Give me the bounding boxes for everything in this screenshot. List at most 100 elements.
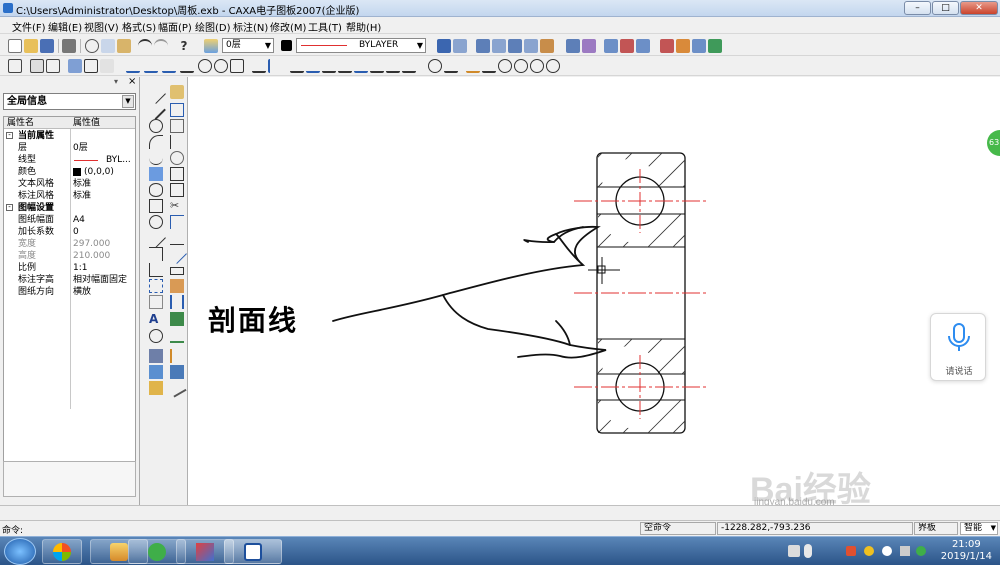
start-button[interactable]: [4, 538, 36, 565]
menu-sheet[interactable]: 幅面(P): [158, 19, 192, 34]
tool-icon[interactable]: [306, 59, 320, 73]
table-row[interactable]: 线型 BYL...: [4, 154, 135, 166]
circle-icon[interactable]: [149, 119, 163, 133]
open-folder-icon[interactable]: [24, 39, 38, 53]
pan-icon[interactable]: [444, 59, 458, 73]
undo-icon[interactable]: [138, 39, 152, 53]
tray-icon[interactable]: [846, 546, 856, 556]
spline-icon[interactable]: [149, 151, 163, 165]
collapse-icon[interactable]: -: [6, 132, 13, 139]
layer-select[interactable]: 0层 ▼: [222, 38, 274, 53]
tool-icon[interactable]: [214, 59, 228, 73]
menu-dimension[interactable]: 标注(N): [233, 19, 268, 34]
tool-icon[interactable]: [170, 329, 184, 343]
help-icon[interactable]: ?: [177, 39, 191, 53]
table-row[interactable]: 颜色 (0,0,0): [4, 166, 135, 178]
tool-icon[interactable]: [370, 59, 384, 73]
maximize-button[interactable]: □: [932, 1, 959, 15]
tool-icon[interactable]: [46, 59, 60, 73]
menu-file[interactable]: 文件(F): [12, 19, 46, 34]
menu-view[interactable]: 视图(V): [84, 19, 119, 34]
array-icon[interactable]: [170, 167, 184, 181]
zoom-window-icon[interactable]: [428, 59, 442, 73]
tool-icon[interactable]: [354, 59, 368, 73]
polygon-icon[interactable]: [149, 215, 163, 229]
move-icon[interactable]: [170, 103, 184, 117]
drawing-canvas[interactable]: 剖面线 Bai经验 jingyan.baidu.com: [188, 77, 1000, 509]
tool-icon[interactable]: [170, 365, 184, 379]
fillet-icon[interactable]: [170, 215, 184, 229]
tool-icon[interactable]: [508, 39, 522, 53]
tool-icon[interactable]: [167, 378, 187, 398]
tool-icon[interactable]: [149, 349, 163, 363]
menu-format[interactable]: 格式(S): [122, 19, 156, 34]
tool-icon[interactable]: [476, 39, 490, 53]
arc-icon[interactable]: [149, 135, 163, 149]
block-icon[interactable]: [149, 295, 163, 309]
tool-icon[interactable]: [692, 39, 706, 53]
tool-icon[interactable]: [170, 279, 184, 293]
ortho-mode-toggle[interactable]: 界板: [914, 522, 958, 535]
menu-draw[interactable]: 绘图(D): [195, 19, 231, 34]
tool-icon[interactable]: [492, 39, 506, 53]
cut-icon[interactable]: [85, 39, 99, 53]
extend-icon[interactable]: [170, 231, 184, 245]
table-row[interactable]: 层 0层: [4, 142, 135, 154]
taskbar-app-active[interactable]: [224, 539, 282, 564]
paste-icon[interactable]: [117, 39, 131, 53]
tool-icon[interactable]: [566, 39, 580, 53]
panel-scope-select[interactable]: 全局信息 ▼: [3, 93, 136, 110]
group-sheet[interactable]: - 图幅设置: [4, 202, 135, 214]
tool-icon[interactable]: [620, 39, 634, 53]
clock[interactable]: 21:09 2019/1/14: [941, 539, 992, 563]
pen-icon[interactable]: [146, 228, 166, 248]
collapse-icon[interactable]: -: [6, 204, 13, 211]
table-row[interactable]: 标注风格 标准: [4, 190, 135, 202]
tool-icon[interactable]: [676, 39, 690, 53]
table-row[interactable]: 标注字高 相对幅面固定: [4, 274, 135, 286]
tool-icon[interactable]: [636, 39, 650, 53]
tool-icon[interactable]: [290, 59, 304, 73]
polyline-icon[interactable]: [149, 247, 163, 261]
tool-icon[interactable]: [482, 59, 496, 73]
color-swatch-icon[interactable]: [281, 40, 292, 51]
text-tool-icon[interactable]: [68, 59, 82, 73]
menu-modify[interactable]: 修改(M): [270, 19, 306, 34]
hatch-icon[interactable]: [149, 279, 163, 293]
break-icon[interactable]: [170, 267, 184, 275]
tool-icon[interactable]: [230, 59, 244, 73]
table-row[interactable]: 图纸方向 横放: [4, 286, 135, 298]
print-icon[interactable]: [62, 39, 76, 53]
tool-icon[interactable]: [100, 59, 114, 73]
close-button[interactable]: ✕: [960, 1, 998, 15]
tool-icon[interactable]: [126, 59, 140, 73]
tool-icon[interactable]: [582, 39, 596, 53]
volume-icon[interactable]: [900, 546, 910, 556]
scissors-icon[interactable]: ✂: [170, 199, 184, 213]
security-icon[interactable]: [916, 546, 926, 556]
tray-icon[interactable]: [882, 546, 892, 556]
tool-icon[interactable]: [386, 59, 400, 73]
zoom-all-icon[interactable]: [546, 59, 560, 73]
menu-help[interactable]: 帮助(H): [346, 19, 381, 34]
point-icon[interactable]: [149, 167, 163, 181]
panel-close-icon[interactable]: ×: [128, 76, 136, 87]
snap-mode-select[interactable]: 智能 ▼: [960, 522, 998, 535]
tool-icon[interactable]: [708, 39, 722, 53]
dimension-icon[interactable]: [170, 295, 184, 309]
tool-icon[interactable]: [338, 59, 352, 73]
group-current[interactable]: - 当前属性: [4, 130, 135, 142]
new-file-icon[interactable]: [8, 39, 22, 53]
ellipse-icon[interactable]: [149, 183, 163, 197]
pin-icon[interactable]: ▾: [114, 77, 118, 86]
redo-icon[interactable]: [154, 39, 168, 53]
tool-icon[interactable]: [198, 59, 212, 73]
zoom-out-icon[interactable]: [514, 59, 528, 73]
tool-icon[interactable]: [149, 381, 163, 395]
eraser-icon[interactable]: [170, 85, 184, 99]
tray-icon[interactable]: [864, 546, 874, 556]
tool-icon[interactable]: [170, 349, 184, 363]
microphone-tray-icon[interactable]: [804, 544, 812, 558]
menu-tools[interactable]: 工具(T): [308, 19, 342, 34]
table-row[interactable]: 图纸幅面 A4: [4, 214, 135, 226]
